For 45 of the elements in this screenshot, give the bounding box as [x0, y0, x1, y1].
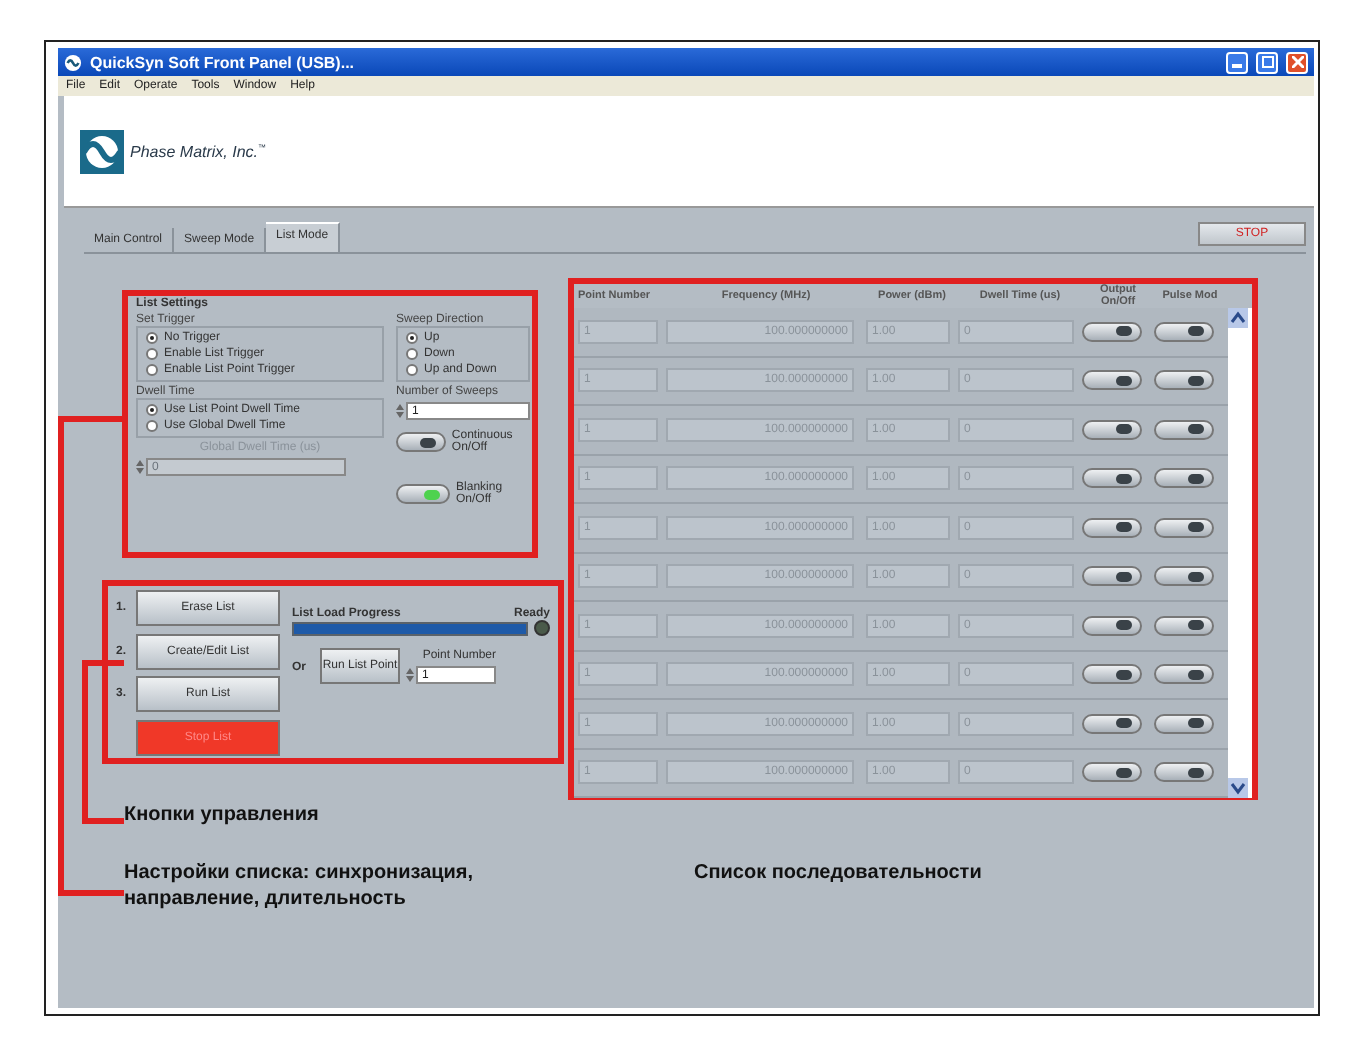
toggle-switch[interactable] [1082, 321, 1142, 342]
toggle-switch[interactable] [1154, 664, 1214, 685]
toggle-switch[interactable] [1154, 468, 1214, 489]
maximize-icon [1261, 56, 1273, 68]
radio-button[interactable] [406, 332, 418, 344]
toggle-switch[interactable] [1082, 517, 1142, 538]
radio-button[interactable] [146, 332, 158, 344]
toggle-switch[interactable] [1154, 713, 1214, 734]
toggle-switch[interactable] [1154, 370, 1214, 391]
toggle-switch[interactable] [1154, 321, 1214, 342]
annotation-text: Кнопки управления [124, 802, 321, 828]
toggle-switch[interactable] [1082, 615, 1142, 636]
close-button[interactable] [1286, 51, 1308, 73]
radio-button[interactable] [406, 348, 418, 360]
scrollbar[interactable] [1228, 308, 1252, 798]
scroll-up-icon[interactable] [1228, 308, 1248, 328]
toggle-switch[interactable] [1082, 370, 1142, 391]
app-icon [64, 53, 82, 71]
toggle-switch[interactable] [1082, 762, 1142, 783]
toggle-switch[interactable] [1082, 664, 1142, 685]
toggle-switch[interactable] [1154, 615, 1214, 636]
toggle-switch[interactable] [1154, 566, 1214, 587]
toggle-switch[interactable] [1154, 762, 1214, 783]
scroll-down-icon[interactable] [1228, 778, 1248, 798]
radio-button[interactable] [406, 364, 418, 376]
toggle-switch[interactable] [1154, 419, 1214, 440]
radio-button[interactable] [146, 348, 158, 360]
toggle-switch[interactable] [1082, 468, 1142, 489]
window-title: QuickSyn Soft Front Panel (USB)... [90, 53, 357, 71]
toggle-switch[interactable] [396, 432, 446, 452]
logo-icon [80, 129, 124, 173]
radio-button[interactable] [146, 420, 158, 432]
minimize-button[interactable] [1226, 51, 1248, 73]
toggle-switch[interactable] [1082, 713, 1142, 734]
annotation-text: направление, длительность [124, 886, 408, 912]
toggle-switch[interactable] [1154, 517, 1214, 538]
close-icon [1291, 56, 1303, 68]
radio-button[interactable] [146, 404, 158, 416]
annotation-text: Настройки списка: синхронизация, [124, 860, 476, 886]
annotation-text: Список последовательности [694, 860, 982, 888]
radio-button[interactable] [146, 364, 158, 376]
maximize-button[interactable] [1256, 51, 1278, 73]
toggle-switch[interactable] [1082, 419, 1142, 440]
toggle-switch[interactable] [1082, 566, 1142, 587]
toggle-switch[interactable] [396, 484, 451, 504]
